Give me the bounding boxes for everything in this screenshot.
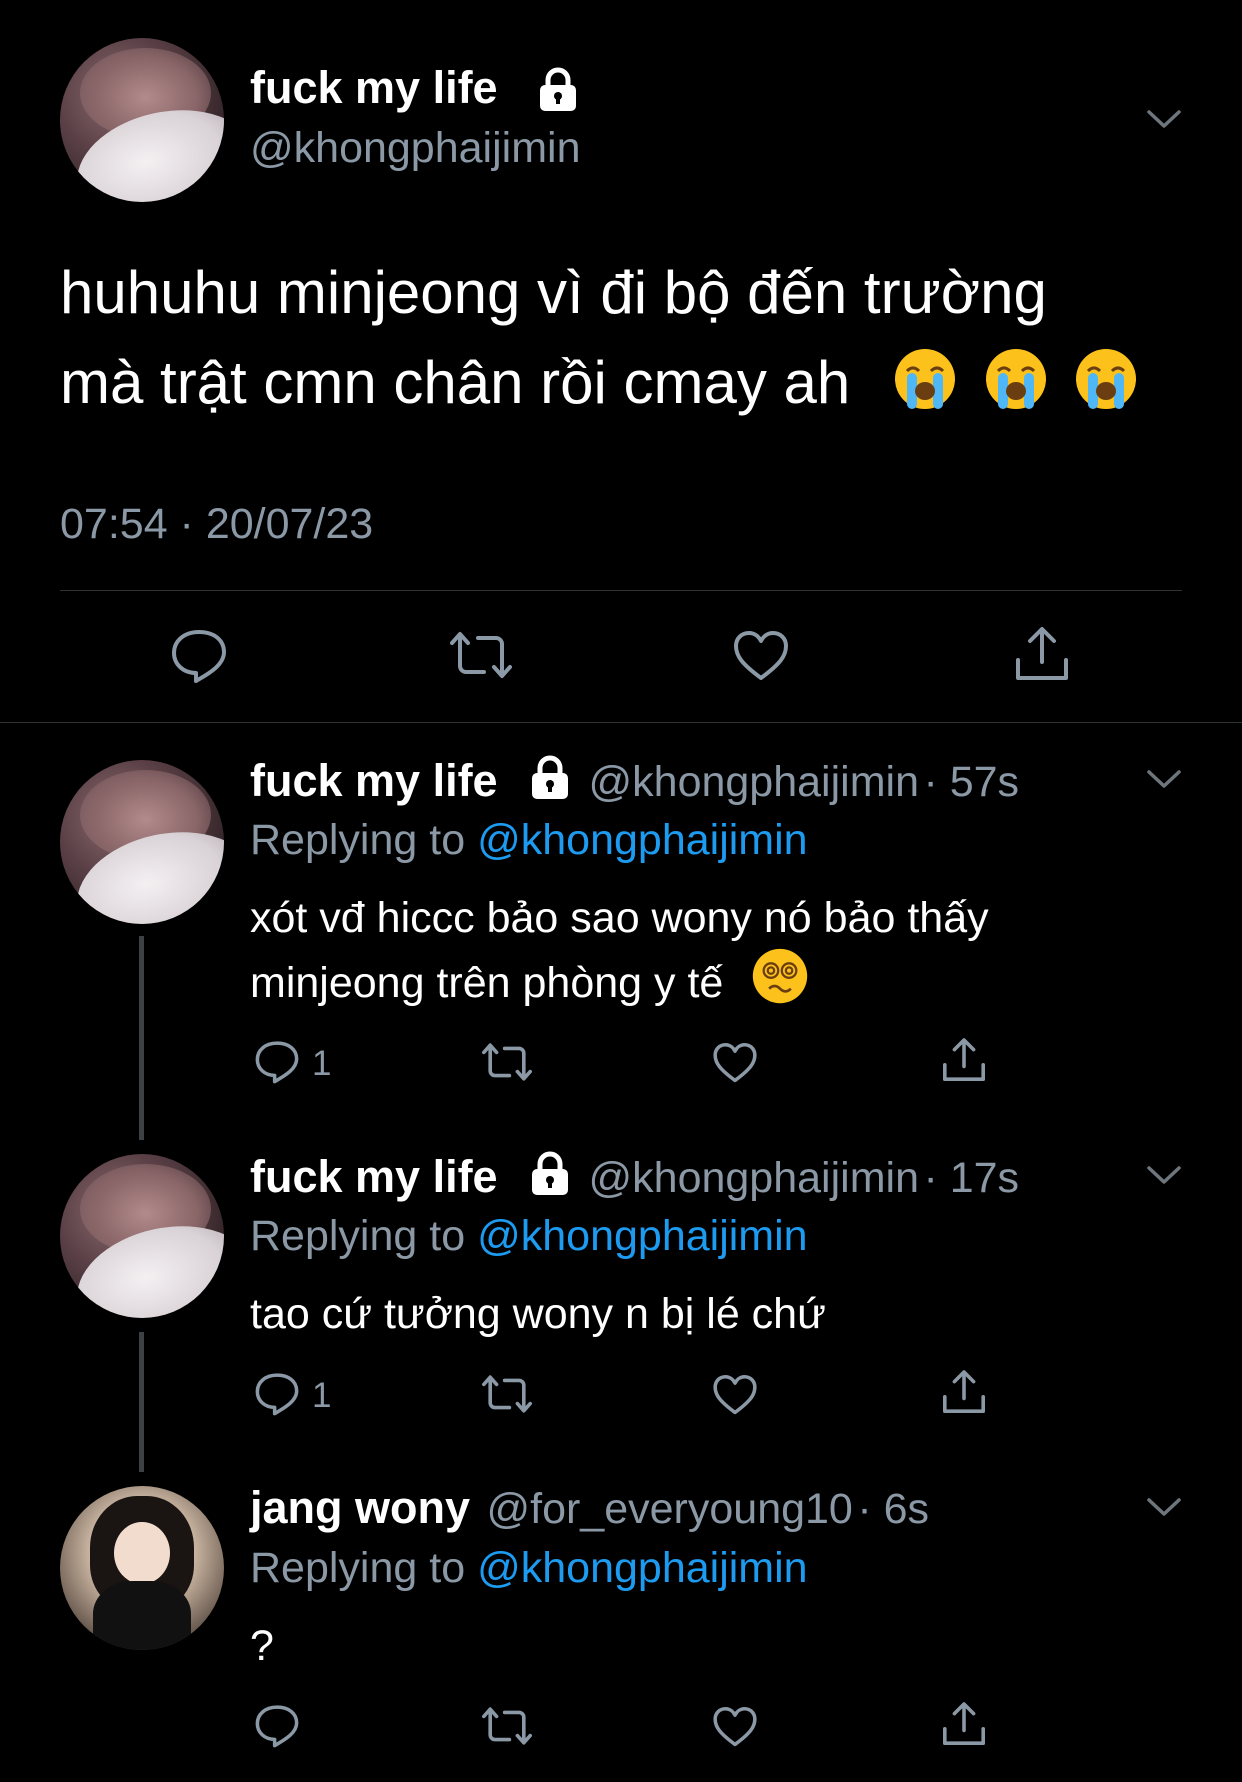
mention-link[interactable]: @khongphaijimin [477,1544,808,1592]
share-icon[interactable] [940,1368,988,1416]
reply-text: xót vđ hiccc bảo sao wony nó bảo thấy mi… [250,894,989,1007]
avatar[interactable] [60,1154,224,1318]
like-icon[interactable] [712,1042,758,1084]
reply-header: jang wony @for_everyoung10 · 6s [250,1482,929,1534]
face-with-spiral-eyes-icon [753,948,808,1004]
loudly-crying-face-icon [894,349,955,409]
display-name[interactable]: fuck my life [250,62,498,114]
retweet-icon[interactable] [480,1706,534,1746]
display-name[interactable]: fuck my life [250,1151,498,1202]
reply-header: fuck my life @khongphaijimin · 57s [250,754,1019,807]
reply-icon[interactable] [254,1372,300,1416]
avatar[interactable] [60,1486,224,1650]
lock-icon [532,1151,569,1195]
divider [60,590,1182,591]
tweet-text: huhuhu minjeong vì đi bộ đến trường mà t… [60,248,1200,428]
like-icon[interactable] [712,1374,758,1416]
lock-icon [532,755,569,799]
retweet-icon[interactable] [480,1042,534,1082]
chevron-down-icon[interactable] [1146,108,1182,130]
like-icon[interactable] [712,1706,758,1748]
replying-to: Replying to @khongphaijimin [250,1212,808,1260]
avatar[interactable] [60,38,224,202]
retweet-icon[interactable] [448,630,514,680]
retweet-icon[interactable] [480,1374,534,1414]
reply-count: 1 [312,1044,332,1083]
share-icon[interactable] [940,1700,988,1748]
display-name[interactable]: fuck my life [250,755,498,806]
handle[interactable]: @khongphaijimin [250,124,581,173]
thread-line [139,1332,144,1472]
reply-count: 1 [312,1376,332,1415]
chevron-down-icon[interactable] [1146,1164,1182,1186]
handle[interactable]: @khongphaijimin [589,1154,920,1202]
chevron-down-icon[interactable] [1146,768,1182,790]
like-icon[interactable] [732,630,790,682]
reply-header: fuck my life @khongphaijimin · 17s [250,1150,1019,1203]
loudly-crying-face-icon [985,349,1046,409]
reply-text: tao cứ tưởng wony n bị lé chứ [250,1290,826,1338]
tweet-timestamp[interactable]: 07:54 · 20/07/23 [60,500,373,549]
share-icon[interactable] [1012,624,1072,684]
lock-icon [540,67,576,111]
mention-link[interactable]: @khongphaijimin [477,816,808,864]
reply-text: ? [250,1622,274,1670]
thread-line [139,936,144,1140]
reply-icon[interactable] [254,1704,300,1748]
reply-time: · 6s [857,1485,929,1533]
avatar[interactable] [60,760,224,924]
reply-time: · 57s [923,758,1020,806]
share-icon[interactable] [940,1036,988,1084]
handle[interactable]: @khongphaijimin [589,758,920,806]
replying-to: Replying to @khongphaijimin [250,816,808,864]
reply-icon[interactable] [254,1040,300,1084]
mention-link[interactable]: @khongphaijimin [477,1212,808,1260]
chevron-down-icon[interactable] [1146,1496,1182,1518]
replying-to: Replying to @khongphaijimin [250,1544,808,1592]
divider [0,722,1242,723]
reply-icon[interactable] [170,628,228,684]
reply-time: · 17s [923,1154,1020,1202]
display-name[interactable]: jang wony [250,1482,470,1533]
loudly-crying-face-icon [1076,349,1137,409]
handle[interactable]: @for_everyoung10 [486,1485,852,1533]
